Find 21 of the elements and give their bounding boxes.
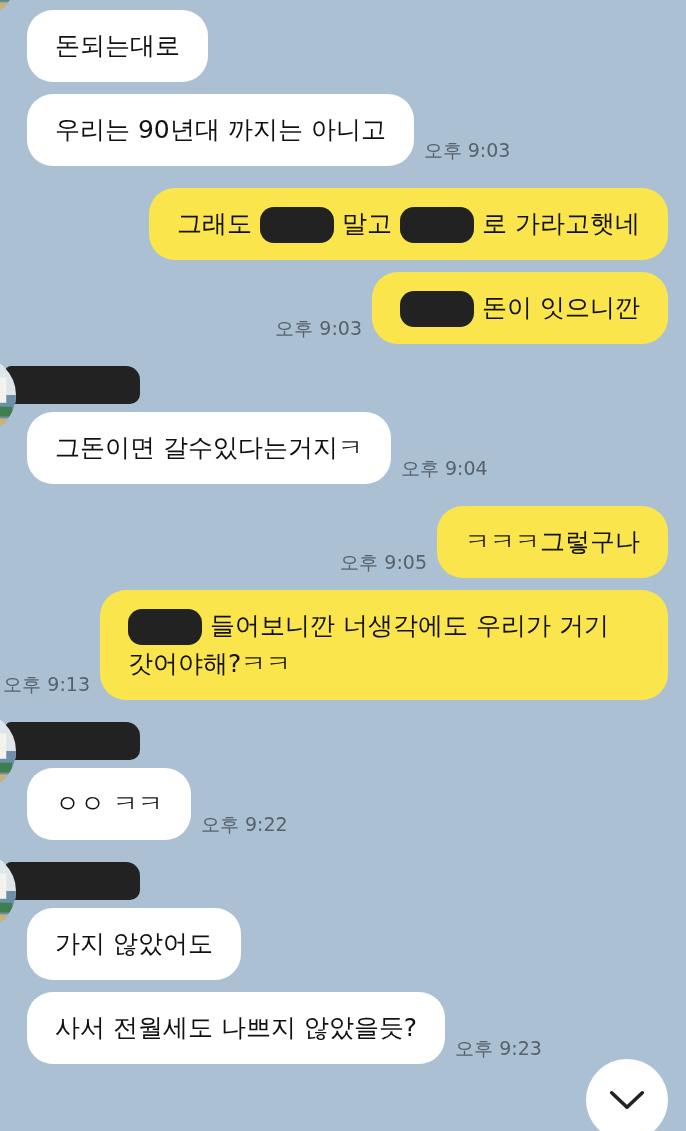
message-text: 우리는 90년대 까지는 아니고 — [55, 114, 386, 146]
message-text: 돈이 잇으니깐 — [482, 292, 640, 324]
message-text: 사서 전월세도 나쁘지 않았을듯? — [55, 1012, 418, 1044]
timestamp: 오후 9:03 — [423, 138, 511, 163]
message-text: ㅋㅋㅋ그렇구나 — [465, 526, 640, 558]
timestamp: 오후 9:23 — [455, 1036, 542, 1061]
chevron-down-icon — [609, 1089, 645, 1111]
message-text: 갓어야해?ㅋㅋ — [128, 648, 292, 680]
message-text: 말고 — [342, 208, 393, 240]
message-text: 그돈이면 갈수있다는거지ㅋ — [55, 432, 363, 464]
message-text: 들어보니깐 너생각에도 우리가 거기 — [210, 610, 609, 642]
message-text: 가지 않았어도 — [55, 928, 213, 960]
message-text: ㅇㅇ ㅋㅋ — [55, 788, 163, 820]
message-text: 그래도 — [177, 208, 253, 240]
timestamp: 오후 9:04 — [400, 456, 488, 481]
timestamp: 오후 9:05 — [340, 550, 427, 575]
timestamp: 오후 9:22 — [200, 812, 288, 837]
message-text: 돈되는대로 — [55, 30, 180, 62]
message-text: 로 가라고햇네 — [482, 208, 640, 240]
timestamp: 오후 9:13 — [3, 672, 90, 697]
timestamp: 오후 9:03 — [275, 316, 363, 341]
